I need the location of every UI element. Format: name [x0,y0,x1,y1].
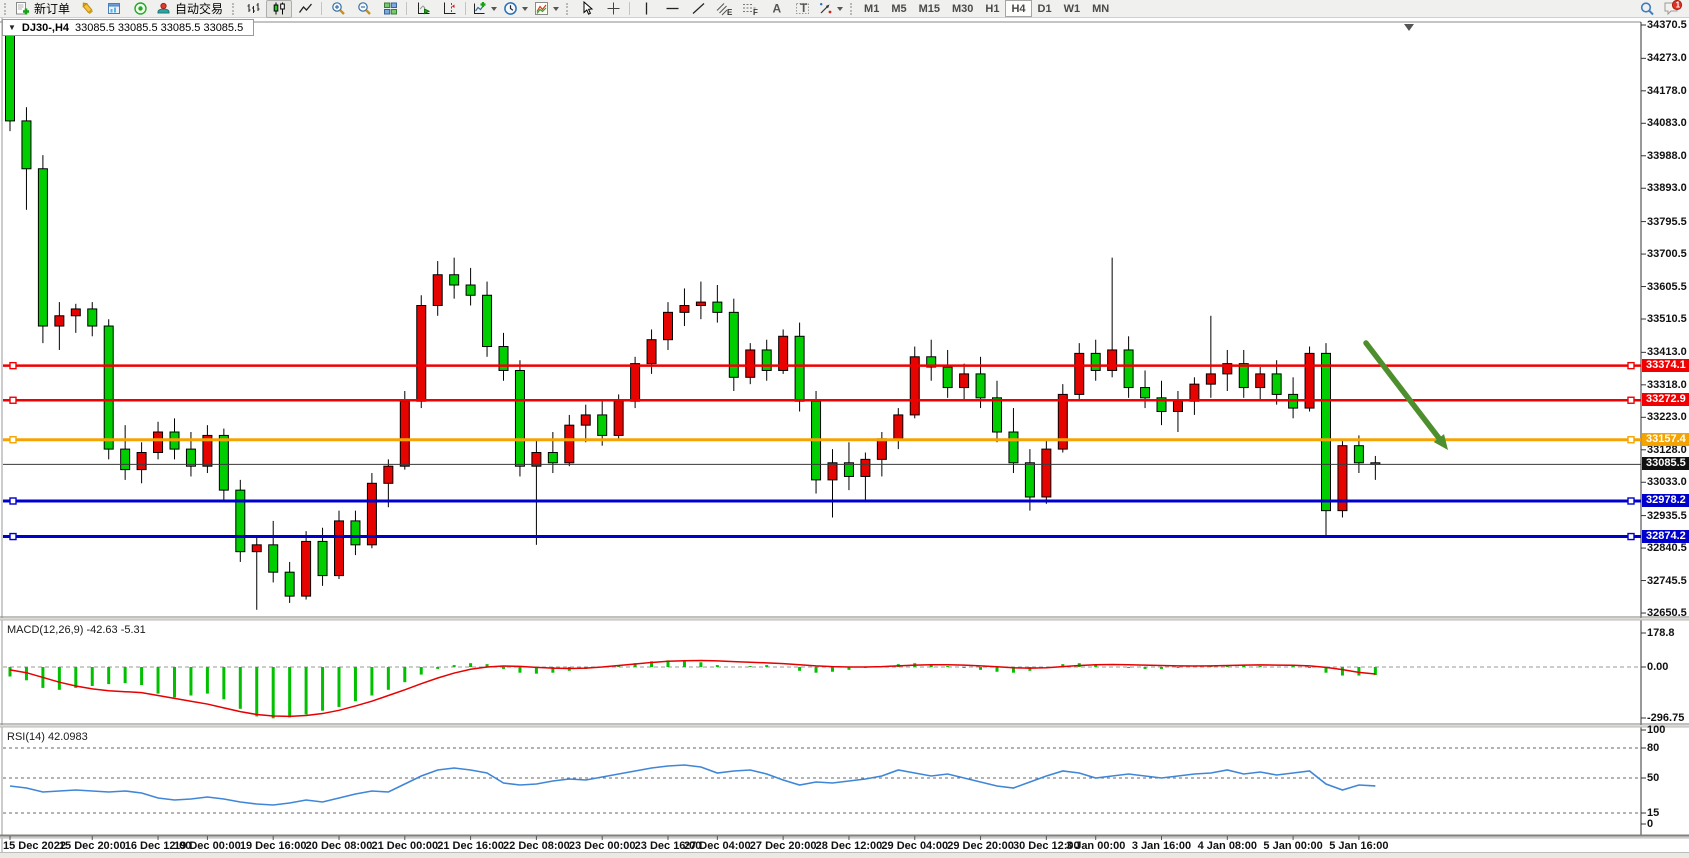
tile-windows-icon [383,1,398,16]
chart-window-icon [107,1,122,16]
symbol-ohlc: 33085.5 33085.5 33085.5 33085.5 [75,22,243,34]
label-letter: T [800,1,808,15]
timeframe-h4[interactable]: H4 [1005,0,1031,17]
chart-canvas[interactable] [0,0,1689,858]
timeframe-d1[interactable]: D1 [1032,0,1058,17]
search-icon[interactable] [1639,1,1655,17]
fibonacci-icon: F [742,1,758,16]
trendline-icon [691,1,706,16]
indicators-button[interactable] [469,0,500,18]
channel-letter: E [727,8,732,16]
symbol-title: DJ30-,H4 [22,22,69,34]
indicators-icon [472,1,487,16]
toolbar-grip[interactable] [4,3,9,15]
zoom-out-button[interactable] [351,0,377,18]
chart-shift-icon [442,1,457,16]
text-letter: A [772,2,781,16]
text-tool-button[interactable]: A [763,0,789,18]
horizontal-line-tool-button[interactable] [659,0,685,18]
candlestick-chart-button[interactable] [266,0,292,18]
sound-alert-button[interactable] [127,0,153,18]
zoom-in-button[interactable] [325,0,351,18]
pane-separator-rsi[interactable] [0,724,1641,727]
cursor-icon [580,1,595,16]
equidistant-channel-icon: E [716,1,732,16]
symbol-panel[interactable]: ▼ DJ30-,H4 33085.5 33085.5 33085.5 33085… [2,19,254,36]
notifications-icon[interactable]: 1 [1663,0,1683,17]
pane-separator-macd[interactable] [0,617,1641,620]
styler-button[interactable] [75,0,101,18]
fibonacci-tool-button[interactable]: F [737,0,763,18]
timeframe-mn[interactable]: MN [1086,0,1115,17]
zoom-in-icon [331,1,346,16]
periods-button[interactable] [500,0,531,18]
timeframe-m1[interactable]: M1 [858,0,885,17]
channel-tool-button[interactable]: E [711,0,737,18]
toolbar-grip[interactable] [566,3,571,15]
clock-icon [503,1,518,16]
auto-trading-label: 自动交易 [173,0,225,17]
vertical-line-tool-button[interactable] [633,0,659,18]
cursor-tool-button[interactable] [574,0,600,18]
timeframe-m30[interactable]: M30 [946,0,979,17]
text-icon: A [769,1,784,16]
collapse-arrow-icon[interactable]: ▼ [8,23,16,32]
vertical-line-icon [639,1,654,16]
new-order-icon [15,1,30,16]
chevron-down-icon [522,7,528,11]
timeframe-m15[interactable]: M15 [913,0,946,17]
line-chart-icon [298,1,313,16]
trendline-tool-button[interactable] [685,0,711,18]
toolbar-separator [465,2,466,15]
templates-icon [534,1,549,16]
crayon-icon [81,1,96,16]
chevron-down-icon [837,7,843,11]
bar-chart-icon [246,1,261,16]
line-chart-button[interactable] [292,0,318,18]
timeframe-w1[interactable]: W1 [1058,0,1087,17]
toolbar-right: 1 [1639,0,1683,17]
price-axis[interactable] [1641,22,1689,836]
tile-windows-button[interactable] [377,0,403,18]
timeframe-m5[interactable]: M5 [885,0,912,17]
toolbar-separator [406,2,407,15]
text-label-tool-button[interactable]: T [789,0,815,18]
toolbar-grip[interactable] [232,3,237,15]
arrows-icon [818,1,833,16]
chart-shift-button[interactable] [436,0,462,18]
time-axis[interactable] [0,836,1641,852]
auto-trading-button[interactable]: 自动交易 [153,0,228,18]
fibonacci-letter: F [753,8,758,16]
zoom-out-icon [357,1,372,16]
toolbar-separator [629,2,630,15]
notification-badge: 1 [1676,1,1681,10]
auto-scroll-icon [416,1,431,16]
toolbar-separator [321,2,322,15]
mt4-application: 新订单 [0,0,1689,858]
new-order-label: 新订单 [32,0,72,17]
timeframe-h1[interactable]: H1 [979,0,1005,17]
toolbar-grip[interactable] [850,3,855,15]
horizontal-line-icon [665,1,680,16]
text-label-icon: T [795,1,810,16]
new-order-button[interactable]: 新订单 [12,0,75,18]
crosshair-tool-button[interactable] [600,0,626,18]
timeframe-group: M1M5M15M30H1H4D1W1MN [858,0,1115,17]
bar-chart-button[interactable] [240,0,266,18]
chevron-down-icon [553,7,559,11]
auto-trading-icon [156,1,171,16]
window-bottom-strip [0,852,1689,858]
market-watch-button[interactable] [101,0,127,18]
sound-icon [133,1,148,16]
arrows-tool-button[interactable] [815,0,846,18]
candlestick-chart-icon [272,1,287,16]
toolbar: 新订单 [0,0,1689,18]
chevron-down-icon [491,7,497,11]
templates-button[interactable] [531,0,562,18]
crosshair-icon [606,1,621,16]
auto-scroll-button[interactable] [410,0,436,18]
